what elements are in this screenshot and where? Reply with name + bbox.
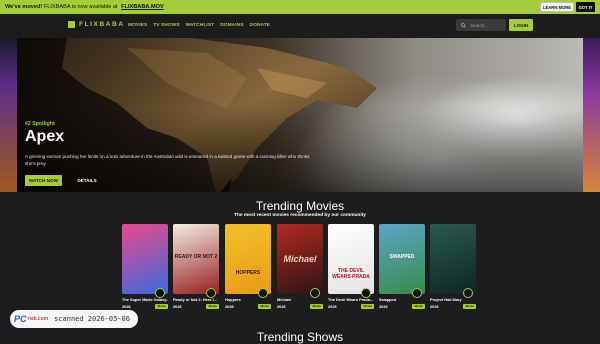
movie-type-badge: Movie bbox=[463, 303, 476, 309]
section-subtitle: The most recent movies recommended by ou… bbox=[234, 213, 366, 218]
movie-card[interactable]: HOPPERS Hoppers 2026 Movie bbox=[225, 224, 271, 309]
movie-card[interactable]: SWAPPED Swapped 2026 Movie bbox=[379, 224, 425, 309]
movie-year: 2026 bbox=[122, 303, 131, 309]
banner-link[interactable]: FLIXBABA.MOV bbox=[121, 4, 164, 10]
right-backdrop-edge bbox=[583, 38, 600, 192]
banner-heading: We've moved! bbox=[5, 4, 43, 10]
hero-spotlight bbox=[17, 38, 583, 192]
movie-poster[interactable]: THE DEVIL WEARS PRADA bbox=[328, 224, 374, 294]
movie-type-badge: Movie bbox=[258, 303, 271, 309]
movie-year: 2026 bbox=[430, 303, 439, 309]
details-button[interactable]: DETAILS bbox=[70, 175, 104, 186]
section-title: Trending Movies bbox=[255, 199, 345, 213]
movie-year: 2026 bbox=[173, 303, 182, 309]
watermark-logo-sub: risk.com bbox=[27, 316, 49, 322]
left-backdrop-edge bbox=[0, 38, 17, 192]
rating-ring bbox=[155, 288, 165, 298]
movie-type-badge: Movie bbox=[412, 303, 425, 309]
movie-card[interactable]: Project Hail Mary 2026 Movie bbox=[430, 224, 476, 309]
rating-ring bbox=[463, 288, 473, 298]
nav-tv-shows[interactable]: TV SHOWS bbox=[153, 23, 179, 28]
hero-title: Apex bbox=[25, 128, 65, 145]
movie-card[interactable]: READY OR NOT 2 Ready or Not 2: Here I... 2… bbox=[173, 224, 219, 309]
nav-domains[interactable]: DOMAINS bbox=[220, 23, 243, 28]
movie-year: 2026 bbox=[379, 303, 388, 309]
movie-type-badge: Movie bbox=[310, 303, 323, 309]
rating-ring bbox=[412, 288, 422, 298]
watermark-logo: PC bbox=[14, 314, 27, 324]
nav-donate[interactable]: DONATE bbox=[250, 23, 271, 28]
nav-movies[interactable]: MOVIES bbox=[128, 23, 147, 28]
movie-card[interactable]: The Super Mario Galaxy... 2026 Movie bbox=[122, 224, 168, 309]
movie-poster[interactable]: HOPPERS bbox=[225, 224, 271, 294]
poster-title-text: SWAPPED bbox=[389, 254, 415, 260]
poster-title-text: HOPPERS bbox=[235, 270, 261, 276]
login-button[interactable]: LOGIN bbox=[509, 19, 533, 31]
movie-type-badge: Movie bbox=[206, 303, 219, 309]
got-it-button[interactable]: GOT IT bbox=[576, 2, 595, 12]
movie-poster[interactable]: Michael bbox=[277, 224, 323, 294]
search-box[interactable] bbox=[456, 19, 506, 31]
hero-description: A grieving woman pushing her limits on a… bbox=[25, 154, 310, 166]
announcement-banner: We've moved! FLIXBABA is now available a… bbox=[0, 0, 600, 14]
rating-ring bbox=[258, 288, 268, 298]
search-icon bbox=[461, 22, 466, 28]
movie-year: 2026 bbox=[277, 303, 286, 309]
movie-poster[interactable] bbox=[122, 224, 168, 294]
rating-ring bbox=[206, 288, 216, 298]
banner-message: FLIXBABA is now available at bbox=[43, 4, 118, 10]
movie-type-badge: Movie bbox=[155, 303, 168, 309]
main-menu: MOVIES TV SHOWS WATCHLIST DOMAINS DONATE bbox=[128, 23, 270, 28]
poster-title-text: Michael bbox=[283, 254, 317, 264]
movie-card[interactable]: Michael Michael 2026 Movie bbox=[277, 224, 323, 309]
nav-watchlist[interactable]: WATCHLIST bbox=[186, 23, 215, 28]
top-navbar: FLIXBABA MOVIES TV SHOWS WATCHLIST DOMAI… bbox=[0, 14, 600, 38]
poster-title-text: THE DEVIL WEARS PRADA bbox=[332, 268, 370, 280]
movie-poster[interactable] bbox=[430, 224, 476, 294]
watermark: PC risk.com scanned 2026-05-06 bbox=[10, 310, 138, 328]
learn-more-button[interactable]: LEARN MORE bbox=[540, 2, 574, 12]
movie-poster[interactable]: SWAPPED bbox=[379, 224, 425, 294]
movie-year: 2026 bbox=[225, 303, 234, 309]
spotlight-rank: #2 Spotlight bbox=[25, 121, 55, 127]
rating-ring bbox=[310, 288, 320, 298]
movie-card[interactable]: THE DEVIL WEARS PRADA The Devil Wears Pra… bbox=[328, 224, 374, 309]
movie-poster[interactable]: READY OR NOT 2 bbox=[173, 224, 219, 294]
site-logo[interactable]: FLIXBABA bbox=[68, 21, 125, 28]
movie-year: 2026 bbox=[328, 303, 337, 309]
movie-type-badge: Movie bbox=[361, 303, 374, 309]
next-section-title: Trending Shows bbox=[256, 330, 344, 344]
watermark-text: scanned 2026-05-06 bbox=[54, 315, 130, 323]
rating-ring bbox=[361, 288, 371, 298]
logo-text: FLIXBABA bbox=[79, 21, 125, 28]
logo-icon bbox=[68, 21, 75, 28]
search-input[interactable] bbox=[470, 22, 506, 28]
watch-now-button[interactable]: WATCH NOW bbox=[25, 175, 62, 186]
poster-title-text: READY OR NOT 2 bbox=[174, 254, 218, 260]
